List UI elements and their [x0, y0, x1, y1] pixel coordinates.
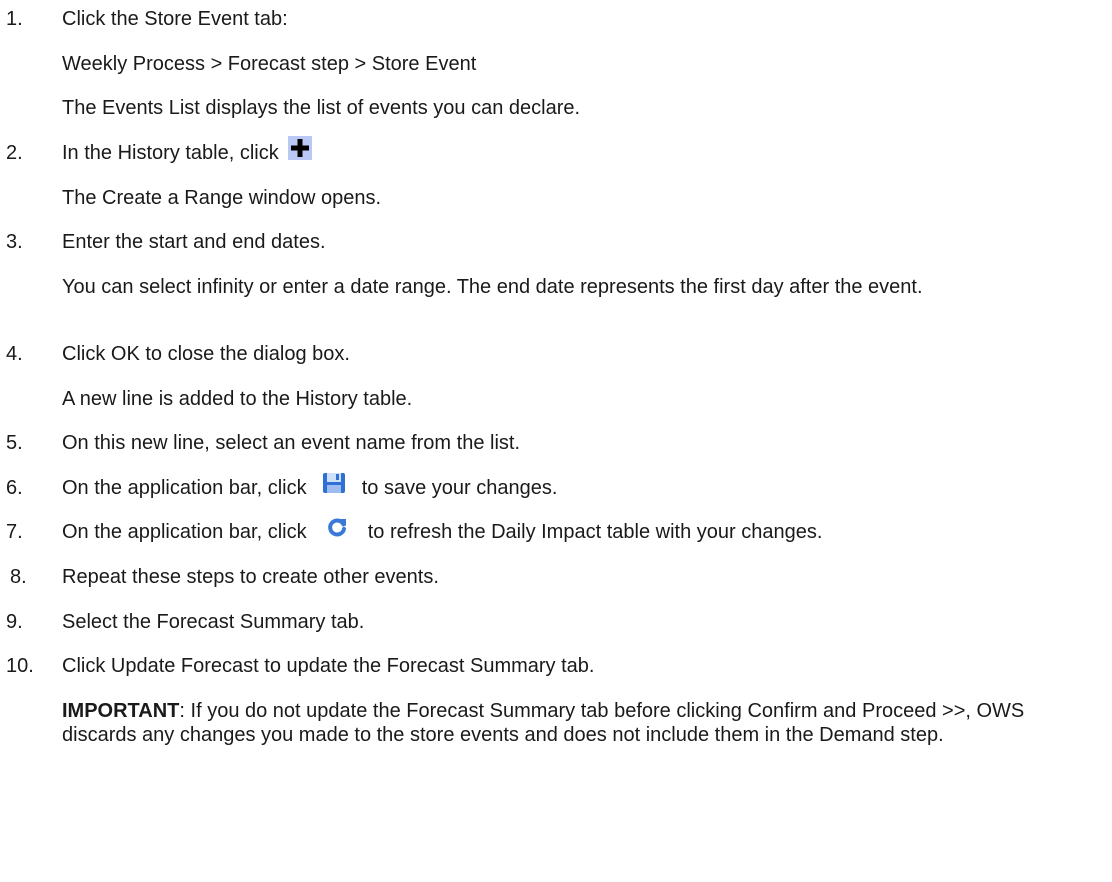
step-text: On this new line, select an event name f… [62, 432, 520, 454]
step-text: Click the Store Event tab: [62, 8, 288, 30]
refresh-icon [326, 516, 348, 544]
step-subtext: Weekly Process > Forecast step > Store E… [62, 53, 477, 75]
step-number: 1. [6, 8, 23, 30]
step-subtext: You can select infinity or enter a date … [62, 276, 923, 298]
step-text: Enter the start and end dates. [62, 231, 326, 253]
document-page: 1. Click the Store Event tab: Weekly Pro… [0, 0, 1112, 882]
step-text: to refresh the Daily Impact table with y… [367, 521, 823, 543]
step-subtext: A new line is added to the History table… [62, 388, 413, 410]
step-number: 9. [6, 611, 23, 633]
step-text: Click Update Forecast to update the Fore… [62, 655, 595, 677]
step-text: Click OK to close the dialog box. [62, 343, 350, 365]
important-label: IMPORTANT [62, 700, 180, 722]
step-number: 3. [6, 231, 23, 253]
step-number: 5. [6, 432, 23, 454]
step-text: In the History table, click [62, 142, 279, 164]
step-number: 2. [6, 142, 23, 164]
step-line: On the application bar, click to refresh… [62, 518, 823, 544]
step-subtext: The Events List displays the list of eve… [62, 97, 581, 119]
step-number: 4. [6, 343, 23, 365]
step-line: In the History table, click [62, 135, 313, 166]
step-text: Repeat these steps to create other event… [62, 566, 439, 588]
step-number: 6. [6, 477, 23, 499]
step-number: 8. [10, 566, 27, 588]
step-number: 7. [6, 521, 23, 543]
important-text: : If you do not update the Forecast Summ… [62, 700, 1025, 746]
step-number: 10. [6, 655, 34, 677]
step-subtext: The Create a Range window opens. [62, 187, 382, 209]
step-text: On the application bar, click [62, 521, 307, 543]
step-text: Select the Forecast Summary tab. [62, 611, 365, 633]
plus-icon [288, 135, 313, 166]
step-text: On the application bar, click [62, 477, 307, 499]
step-line: On the application bar, click to save yo… [62, 472, 558, 500]
step-text: to save your changes. [361, 477, 558, 499]
save-icon [322, 472, 346, 500]
important-note: IMPORTANT: If you do not update the Fore… [62, 699, 1092, 747]
